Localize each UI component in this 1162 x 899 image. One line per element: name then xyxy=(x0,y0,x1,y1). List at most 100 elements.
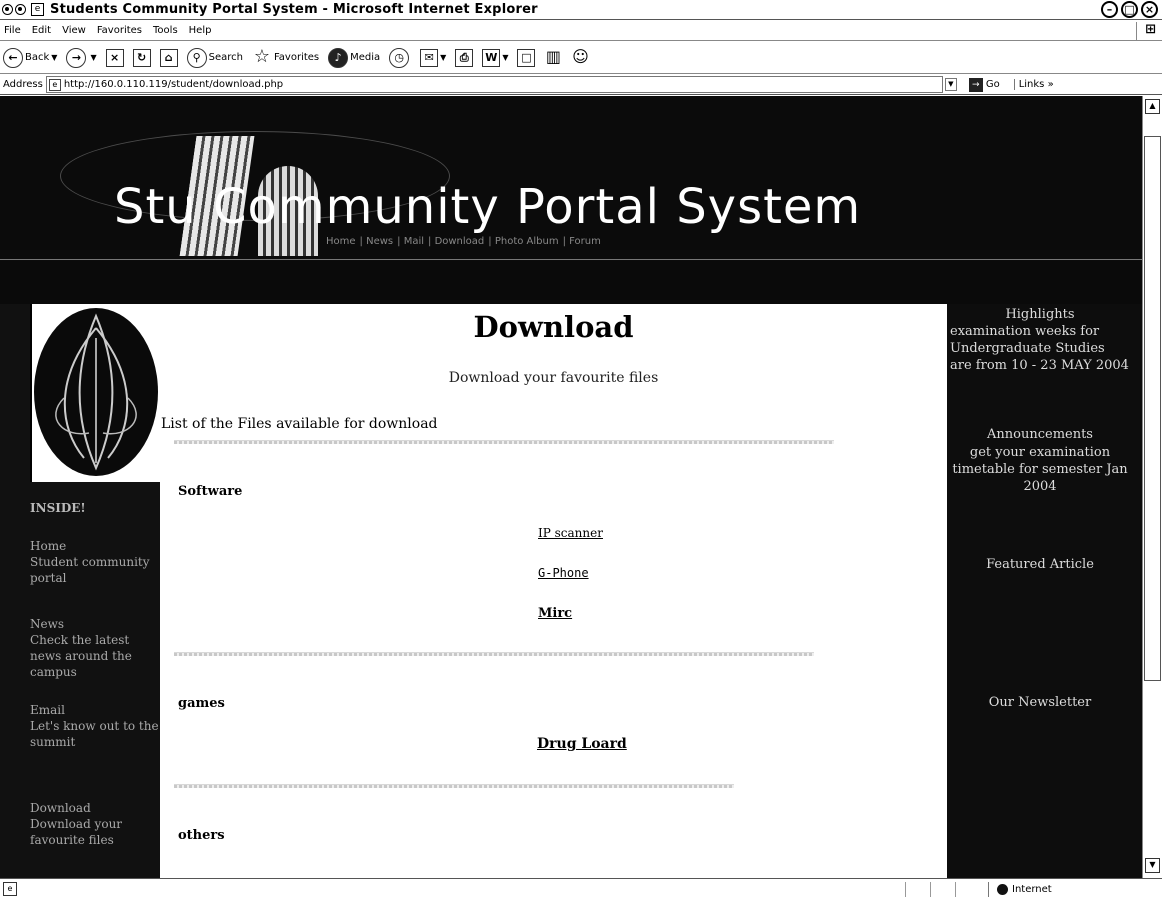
file-link-ip-scanner[interactable]: IP scanner xyxy=(538,526,603,540)
close-button[interactable]: × xyxy=(1141,1,1158,18)
file-link-drug-loard[interactable]: Drug Loard xyxy=(537,736,627,752)
status-divider-3 xyxy=(955,882,956,897)
sidebar-item-home-title[interactable]: Home xyxy=(30,538,162,554)
window-menu-icon-2[interactable] xyxy=(15,4,26,15)
refresh-icon: ↻ xyxy=(132,48,151,67)
menu-view[interactable]: View xyxy=(62,25,86,36)
file-link-mirc[interactable]: Mirc xyxy=(538,606,572,621)
nav-download[interactable]: Download xyxy=(435,236,485,247)
go-label: Go xyxy=(985,79,1000,90)
site-banner: Stu Community Portal System Home | News | … xyxy=(0,96,1142,261)
announcements-heading: Announcements xyxy=(987,427,1093,442)
back-button[interactable]: ← Back ▼ xyxy=(3,47,57,68)
ie-icon: e xyxy=(31,3,44,16)
scrollbar-thumb[interactable] xyxy=(1144,136,1161,681)
site-title: Stu Community Portal System xyxy=(114,179,862,235)
nav-news[interactable]: News xyxy=(366,236,393,247)
window-menu-icon[interactable] xyxy=(2,4,13,15)
back-label: Back xyxy=(25,52,50,63)
media-icon: ♪ xyxy=(328,47,349,68)
edit-dropdown-icon[interactable]: ▼ xyxy=(502,53,508,62)
nav-home[interactable]: Home xyxy=(326,236,356,247)
zone-label: Internet xyxy=(1012,884,1052,895)
sidebar-item-email-desc: Let's know out to the summit xyxy=(30,719,159,749)
scroll-up-icon[interactable]: ▲ xyxy=(1145,99,1160,114)
messenger-icon: ☺ xyxy=(572,46,589,66)
favorites-button[interactable]: ☆ Favorites xyxy=(252,47,320,68)
favorites-label: Favorites xyxy=(273,52,320,63)
sidebar-item-download-title[interactable]: Download xyxy=(30,800,162,816)
discuss-icon: □ xyxy=(517,48,536,67)
status-divider xyxy=(905,882,906,897)
go-button[interactable]: → Go xyxy=(968,77,1000,92)
windows-logo-icon: ⊞ xyxy=(1136,22,1156,40)
announcements-text: get your examination timetable for semes… xyxy=(952,445,1128,494)
edit-button[interactable]: W ▼ xyxy=(482,48,508,67)
highlights-heading: Highlights xyxy=(1005,307,1075,322)
sidebar-item-news-title[interactable]: News xyxy=(30,616,162,632)
logo-leaf-icon xyxy=(55,313,137,471)
nav-forum[interactable]: Forum xyxy=(569,236,601,247)
menu-favorites[interactable]: Favorites xyxy=(97,25,142,36)
divider-line xyxy=(174,440,834,444)
toolbar: ← Back ▼ → ▼ × ↻ ⌂ ⚲ Search ☆ Favorites … xyxy=(0,42,1162,74)
section-heading-others: others xyxy=(178,828,225,843)
stop-icon: × xyxy=(105,48,124,67)
sidebar-item-news-desc: Check the latest news around the campus xyxy=(30,633,132,679)
forward-arrow-icon: → xyxy=(66,47,87,68)
sidebar-item-download-desc: Download your favourite files xyxy=(30,817,123,847)
sidebar-item-email-title[interactable]: Email xyxy=(30,702,162,718)
mail-button[interactable]: ✉ ▼ xyxy=(420,48,446,67)
messenger-button[interactable]: ☺ xyxy=(571,46,589,67)
stop-button[interactable]: × xyxy=(105,48,124,67)
links-button[interactable]: Links » xyxy=(1013,79,1054,90)
page-subtitle: Download your favourite files xyxy=(448,370,659,386)
address-input[interactable]: e http://160.0.110.119/student/download.… xyxy=(45,76,943,93)
back-dropdown-icon[interactable]: ▼ xyxy=(51,53,57,62)
address-label: Address xyxy=(3,79,43,90)
back-arrow-icon: ← xyxy=(3,47,23,68)
forward-button[interactable]: → ▼ xyxy=(66,47,97,68)
forward-dropdown-icon[interactable]: ▼ xyxy=(90,53,96,62)
menu-file[interactable]: File xyxy=(4,25,21,36)
media-label: Media xyxy=(350,52,381,63)
banner-nav: Home | News | Mail | Download | Photo Album |… xyxy=(326,236,601,247)
nav-mail[interactable]: Mail xyxy=(404,236,424,247)
mail-dropdown-icon[interactable]: ▼ xyxy=(440,53,446,62)
edit-icon: W xyxy=(482,48,501,67)
print-button[interactable]: ⎙ xyxy=(455,48,474,67)
mail-icon: ✉ xyxy=(420,48,439,67)
highlights-text: examination weeks for Undergraduate Stud… xyxy=(950,324,1129,373)
menu-edit[interactable]: Edit xyxy=(32,25,51,36)
banner-divider xyxy=(0,259,1142,260)
vertical-scrollbar[interactable]: ▲ ▼ xyxy=(1142,96,1162,878)
refresh-button[interactable]: ↻ xyxy=(132,48,151,67)
home-icon: ⌂ xyxy=(159,48,178,67)
history-icon: ◷ xyxy=(389,47,410,68)
security-zone: Internet xyxy=(988,882,1052,897)
search-button[interactable]: ⚲ Search xyxy=(186,47,243,68)
go-arrow-icon: → xyxy=(968,77,983,92)
address-url[interactable]: http://160.0.110.119/student/download.ph… xyxy=(64,79,283,90)
file-link-g-phone[interactable]: G-Phone xyxy=(538,566,589,580)
discuss-button[interactable]: □ xyxy=(517,48,536,67)
history-button[interactable]: ◷ xyxy=(389,47,411,68)
internet-globe-icon xyxy=(997,884,1008,895)
media-button[interactable]: ♪ Media xyxy=(328,47,381,68)
print-icon: ⎙ xyxy=(455,48,474,67)
scroll-down-icon[interactable]: ▼ xyxy=(1145,858,1160,873)
research-icon: ▥ xyxy=(545,46,562,66)
page-viewport: Stu Community Portal System Home | News | … xyxy=(0,96,1142,878)
address-dropdown-icon[interactable]: ▼ xyxy=(944,78,957,91)
home-button[interactable]: ⌂ xyxy=(159,48,178,67)
menu-tools[interactable]: Tools xyxy=(153,25,178,36)
main-content: Download Download your favourite files L… xyxy=(160,304,947,878)
sidebar-item-home-desc: Student community portal xyxy=(30,555,150,585)
nav-photo-album[interactable]: Photo Album xyxy=(495,236,559,247)
menu-help[interactable]: Help xyxy=(189,25,212,36)
minimize-button[interactable]: – xyxy=(1101,1,1118,18)
maximize-button[interactable]: □ xyxy=(1121,1,1138,18)
research-button[interactable]: ▥ xyxy=(544,46,562,67)
page-title: Download xyxy=(473,310,634,344)
newsletter-heading: Our Newsletter xyxy=(988,695,1092,710)
